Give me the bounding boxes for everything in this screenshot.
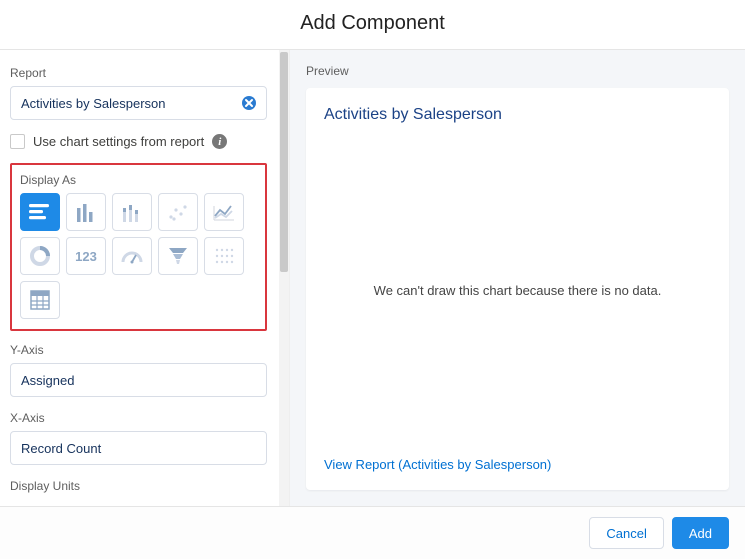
gauge-icon xyxy=(120,247,144,265)
add-button[interactable]: Add xyxy=(672,517,729,549)
preview-card: Activities by Salesperson We can't draw … xyxy=(306,88,729,490)
x-axis-value: Record Count xyxy=(21,441,101,456)
x-axis-label: X-Axis xyxy=(10,411,267,425)
chart-type-gauge[interactable] xyxy=(112,237,152,275)
report-label: Report xyxy=(10,66,267,80)
chart-type-metric[interactable]: 123 xyxy=(66,237,106,275)
report-value: Activities by Salesperson xyxy=(21,96,166,111)
left-scroll-area: Report Activities by Salesperson Use cha… xyxy=(0,50,290,506)
chart-type-funnel[interactable] xyxy=(158,237,198,275)
chart-type-heatmap[interactable] xyxy=(204,237,244,275)
preview-empty-message: We can't draw this chart because there i… xyxy=(324,132,711,449)
info-icon[interactable]: i xyxy=(212,134,227,149)
display-as-label: Display As xyxy=(20,173,257,187)
use-chart-settings-label: Use chart settings from report xyxy=(33,134,204,149)
preview-title: Activities by Salesperson xyxy=(324,106,711,124)
clear-report-icon[interactable] xyxy=(240,94,258,112)
y-axis-input[interactable]: Assigned xyxy=(10,363,267,397)
display-as-section: Display As xyxy=(10,163,267,331)
table-icon xyxy=(30,290,50,310)
funnel-icon xyxy=(168,247,188,265)
view-report-link[interactable]: View Report (Activities by Salesperson) xyxy=(324,449,711,472)
x-axis-input[interactable]: Record Count xyxy=(10,431,267,465)
stacked-bar-icon xyxy=(121,202,143,222)
donut-icon xyxy=(29,245,51,267)
chart-type-line[interactable] xyxy=(204,193,244,231)
chart-type-grid: 123 xyxy=(20,193,257,319)
chart-type-stacked-bar[interactable] xyxy=(112,193,152,231)
modal-header: Add Component xyxy=(0,0,745,50)
footer: Cancel Add xyxy=(0,506,745,559)
vertical-bar-icon xyxy=(75,202,97,222)
main-content: Report Activities by Salesperson Use cha… xyxy=(0,50,745,506)
cancel-button[interactable]: Cancel xyxy=(589,517,663,549)
y-axis-value: Assigned xyxy=(21,373,74,388)
use-chart-settings-row[interactable]: Use chart settings from report i xyxy=(10,134,267,149)
chart-type-vertical-bar[interactable] xyxy=(66,193,106,231)
preview-section-label: Preview xyxy=(306,64,729,78)
chart-type-table[interactable] xyxy=(20,281,60,319)
line-icon xyxy=(212,202,236,222)
horizontal-bar-icon xyxy=(29,203,51,221)
y-axis-label: Y-Axis xyxy=(10,343,267,357)
chart-type-donut[interactable] xyxy=(20,237,60,275)
use-chart-settings-checkbox[interactable] xyxy=(10,134,25,149)
preview-panel: Preview Activities by Salesperson We can… xyxy=(290,50,745,506)
chart-type-scatter[interactable] xyxy=(158,193,198,231)
left-panel: Report Activities by Salesperson Use cha… xyxy=(0,50,279,506)
modal-title: Add Component xyxy=(0,12,745,35)
scatter-icon xyxy=(167,202,189,222)
scroll-thumb[interactable] xyxy=(280,52,288,272)
report-input[interactable]: Activities by Salesperson xyxy=(10,86,267,120)
heatmap-icon xyxy=(213,246,235,266)
display-units-label: Display Units xyxy=(10,479,267,493)
metric-icon: 123 xyxy=(75,249,97,264)
left-scrollbar[interactable] xyxy=(279,50,289,506)
chart-type-horizontal-bar[interactable] xyxy=(20,193,60,231)
